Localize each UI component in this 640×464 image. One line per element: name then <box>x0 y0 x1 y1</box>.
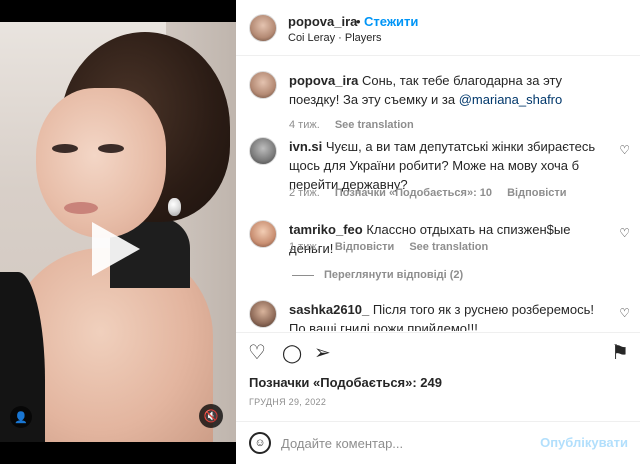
avatar[interactable] <box>249 220 277 248</box>
like-heart-icon[interactable]: ♡ <box>248 342 266 364</box>
photo-earring <box>168 198 181 216</box>
comment-input[interactable] <box>281 433 531 453</box>
comment-composer: ☺ Опублікувати <box>236 422 640 464</box>
comment-username[interactable]: sashka2610_ <box>289 302 369 317</box>
share-icon[interactable]: ➢ <box>314 342 331 364</box>
post-likes-count[interactable]: Позначки «Подобається»: 249 <box>249 375 442 390</box>
follow-button[interactable]: Стежити <box>364 14 418 29</box>
comment-time[interactable]: 4 тиж. <box>289 119 320 131</box>
video-frame[interactable] <box>0 22 236 442</box>
mention-link[interactable]: @mariana_shafro <box>459 92 563 107</box>
emoji-icon[interactable]: ☺ <box>249 432 271 454</box>
author-username[interactable]: popova_ira <box>288 14 357 29</box>
comments-list[interactable]: popova_ira Сонь, так тебе благодарна за … <box>236 57 640 331</box>
comment-username[interactable]: tamriko_feo <box>289 222 363 237</box>
photo-eye-left <box>52 144 78 153</box>
photo-face <box>36 88 166 238</box>
comment-text: ivn.si Чуєш, а ви там депутатські жінки … <box>289 137 609 194</box>
comment-likes-count[interactable]: Позначки «Подобається»: 10 <box>335 187 492 199</box>
replies-line <box>292 274 314 276</box>
comment-username[interactable]: ivn.si <box>289 139 322 154</box>
avatar[interactable] <box>249 14 277 42</box>
mute-icon[interactable]: 🔇 <box>199 404 223 428</box>
post-media[interactable]: 👤 🔇 <box>0 0 236 464</box>
photo-lips <box>64 202 98 214</box>
heart-icon[interactable]: ♡ <box>619 143 630 157</box>
view-replies-button[interactable]: Переглянути відповіді (2) <box>292 269 463 281</box>
post-date[interactable]: ГРУДНЯ 29, 2022 <box>249 397 326 407</box>
photo-eye-right <box>98 144 124 153</box>
comment-meta: 1 тиж. Відповісти See translation <box>289 241 500 253</box>
avatar[interactable] <box>249 137 277 165</box>
publish-button[interactable]: Опублікувати <box>540 435 628 450</box>
see-translation-button[interactable]: See translation <box>409 241 488 253</box>
comment-username[interactable]: popova_ira <box>289 73 358 88</box>
avatar[interactable] <box>249 71 277 99</box>
comment-text: sashka2610_ Після того як з руснею розбе… <box>289 300 609 331</box>
view-replies-label[interactable]: Переглянути відповіді (2) <box>324 269 463 281</box>
post-panel: popova_ira • Стежити Coi Leray · Players… <box>236 0 640 464</box>
comment-body: Чуєш, а ви там депутатські жінки збираєт… <box>289 139 596 192</box>
reply-button[interactable]: Відповісти <box>335 241 394 253</box>
avatar[interactable] <box>249 300 277 328</box>
comment-meta: 2 тиж. Позначки «Подобається»: 10 Відпов… <box>289 187 579 199</box>
comment-time[interactable]: 2 тиж. <box>289 187 320 199</box>
play-icon[interactable] <box>92 222 140 276</box>
separator-dot: • <box>356 14 361 29</box>
comment-icon[interactable]: ◯ <box>282 342 302 364</box>
see-translation-button[interactable]: See translation <box>335 119 414 131</box>
caption-meta: 4 тиж. See translation <box>289 119 426 131</box>
comment-time[interactable]: 1 тиж. <box>289 241 320 253</box>
audio-track[interactable]: Coi Leray · Players <box>288 32 382 44</box>
caption-text: popova_ira Сонь, так тебе благодарна за … <box>289 71 609 109</box>
heart-icon[interactable]: ♡ <box>619 306 630 320</box>
post-header: popova_ira • Стежити Coi Leray · Players <box>236 0 640 56</box>
divider <box>236 332 640 333</box>
reply-button[interactable]: Відповісти <box>507 187 566 199</box>
user-tag-icon[interactable]: 👤 <box>10 406 32 428</box>
heart-icon[interactable]: ♡ <box>619 226 630 240</box>
action-bar: ♡ ◯ ➢ ⚑ <box>236 338 640 370</box>
save-bookmark-icon[interactable]: ⚑ <box>611 342 629 364</box>
